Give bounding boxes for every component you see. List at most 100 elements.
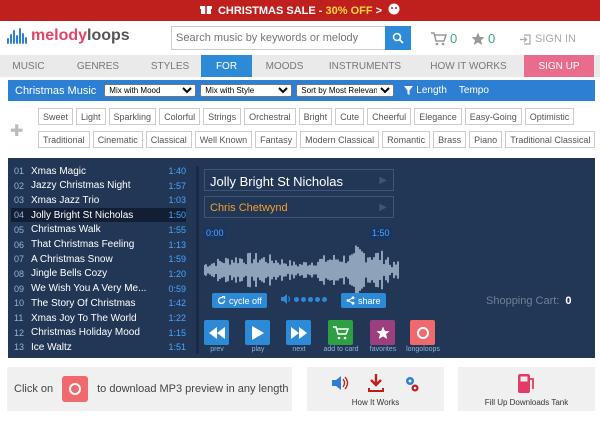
longoloops-button[interactable] bbox=[410, 320, 435, 345]
nav-for[interactable]: FOR bbox=[201, 55, 252, 77]
track-list-scrollbar[interactable] bbox=[196, 166, 199, 354]
next-button[interactable] bbox=[286, 320, 311, 345]
tag-elegance[interactable]: Elegance bbox=[414, 108, 462, 125]
track-number: 09 bbox=[14, 283, 25, 294]
sort-select[interactable]: Sort by Most Relevant bbox=[296, 84, 395, 97]
tag-optimistic[interactable]: Optimistic bbox=[524, 108, 575, 125]
track-title-box: Jolly Bright St Nicholas ▶ bbox=[204, 169, 394, 191]
nav-signup[interactable]: SIGN UP bbox=[524, 55, 594, 77]
tag-sparkling[interactable]: Sparkling bbox=[108, 108, 157, 125]
track-number: 08 bbox=[14, 268, 25, 279]
nav-moods[interactable]: MOODS bbox=[252, 55, 317, 77]
track-row[interactable]: 07 A Christmas Snow 1:59 bbox=[11, 252, 186, 266]
filter-icon bbox=[404, 86, 414, 95]
track-name: We Wish You A Very Me... bbox=[31, 283, 147, 295]
track-row[interactable]: 08 Jingle Bells Cozy 1:20 bbox=[11, 267, 186, 281]
nav-how-it-works[interactable]: HOW IT WORKS bbox=[413, 55, 524, 77]
track-row[interactable]: 10 The Story Of Christmas 1:42 bbox=[11, 296, 186, 310]
loop-circle-icon bbox=[416, 326, 429, 339]
track-row[interactable]: 03 Xmas Jazz Trio 1:03 bbox=[11, 193, 186, 207]
music-player: 01 Xmas Magic 1:40 02 Jazzy Christmas Night 1… bbox=[8, 158, 595, 358]
track-name: Xmas Magic bbox=[31, 165, 87, 177]
tag-romantic[interactable]: Romantic bbox=[382, 131, 431, 148]
nav-genres[interactable]: GENRES bbox=[57, 55, 139, 77]
track-row[interactable]: 05 Christmas Walk 1:55 bbox=[11, 223, 186, 237]
nav-instruments[interactable]: INSTRUMENTS bbox=[317, 55, 413, 77]
track-row[interactable]: 02 Jazzy Christmas Night 1:57 bbox=[11, 179, 186, 193]
volume-control[interactable] bbox=[281, 294, 327, 304]
mood-select[interactable]: Mix with Mood bbox=[104, 84, 197, 97]
play-arrow-icon: ▶ bbox=[379, 202, 387, 213]
sale-banner[interactable]: CHRISTMAS SALE - 30% OFF > bbox=[0, 0, 600, 21]
tag-orchestral[interactable]: Orchestral bbox=[244, 108, 296, 125]
play-button[interactable] bbox=[245, 320, 270, 345]
tag-bright[interactable]: Bright bbox=[298, 108, 333, 125]
track-name: That Christmas Feeling bbox=[31, 239, 135, 250]
tag-sweet[interactable]: Sweet bbox=[38, 108, 74, 125]
tag-cinematic[interactable]: Cinematic bbox=[92, 131, 143, 148]
banner-suffix: > bbox=[372, 4, 383, 17]
share-button[interactable]: share bbox=[341, 293, 386, 308]
search-button[interactable] bbox=[385, 26, 411, 50]
signin-icon bbox=[520, 33, 531, 45]
tag-brass[interactable]: Brass bbox=[433, 131, 467, 148]
tag-strings[interactable]: Strings bbox=[203, 108, 242, 125]
favorite-button[interactable] bbox=[370, 320, 395, 345]
tag-cute[interactable]: Cute bbox=[335, 108, 365, 125]
nav-styles[interactable]: STYLES bbox=[139, 55, 201, 77]
tag-colorful[interactable]: Colorful bbox=[159, 108, 201, 125]
artist-box[interactable]: Chris Chetwynd ▶ bbox=[204, 196, 394, 218]
cycle-button[interactable]: cycle off bbox=[212, 293, 267, 308]
star-icon bbox=[471, 32, 485, 45]
add-cart-icon bbox=[332, 325, 349, 339]
tag-piano[interactable]: Piano bbox=[469, 131, 503, 148]
favorites-link[interactable]: 0 bbox=[471, 31, 495, 46]
download-icon bbox=[368, 374, 384, 392]
tag-easy-going[interactable]: Easy-Going bbox=[464, 108, 522, 125]
track-row[interactable]: 11 Xmas Joy To The World 1:22 bbox=[11, 311, 186, 325]
logo-part2: loops bbox=[87, 27, 130, 44]
plus-icon[interactable]: ✚ bbox=[10, 121, 23, 141]
header: melodyloops 0 0 SIGN IN bbox=[0, 21, 600, 55]
style-select[interactable]: Mix with Style bbox=[200, 84, 293, 97]
tag-fantasy[interactable]: Fantasy bbox=[255, 131, 298, 148]
tempo-filter[interactable]: Tempo bbox=[459, 85, 489, 96]
play-arrow-icon: ▶ bbox=[379, 175, 387, 186]
track-number: 13 bbox=[14, 342, 25, 353]
share-label: share bbox=[358, 295, 381, 306]
main-nav: MUSIC GENRES STYLES FOR MOODS INSTRUMENT… bbox=[0, 55, 600, 77]
tag-traditional[interactable]: Traditional bbox=[38, 131, 90, 148]
add-to-cart-button[interactable] bbox=[328, 320, 353, 345]
signin-link[interactable]: SIGN IN bbox=[520, 33, 576, 45]
shopping-cart-label: Shopping Cart: bbox=[486, 295, 560, 307]
track-row[interactable]: 09 We Wish You A Very Me... 0:59 bbox=[11, 282, 186, 296]
search-input[interactable] bbox=[171, 26, 385, 50]
nav-music[interactable]: MUSIC bbox=[0, 55, 57, 77]
track-row[interactable]: 01 Xmas Magic 1:40 bbox=[11, 164, 186, 178]
shopping-cart-summary[interactable]: Shopping Cart: 0 bbox=[486, 295, 572, 307]
track-row[interactable]: 12 Christmas Holiday Mood 1:15 bbox=[11, 326, 186, 340]
track-name: The Story Of Christmas bbox=[31, 297, 136, 309]
length-filter[interactable]: Length bbox=[404, 85, 447, 96]
tag-well-known[interactable]: Well Known bbox=[194, 131, 253, 148]
prev-button[interactable] bbox=[204, 320, 229, 345]
tag-cheerful[interactable]: Cheerful bbox=[367, 108, 412, 125]
play-icon bbox=[251, 325, 264, 340]
track-row[interactable]: 04 Jolly Bright St Nicholas 1:50 bbox=[11, 208, 186, 223]
track-row[interactable]: 06 That Christmas Feeling 1:13 bbox=[11, 238, 186, 252]
tag-traditional-classical[interactable]: Traditional Classical bbox=[505, 131, 596, 148]
fill-up-tank-card[interactable]: Fill Up Downloads Tank bbox=[458, 367, 595, 411]
waveform[interactable] bbox=[204, 244, 400, 296]
tag-light[interactable]: Light bbox=[76, 108, 106, 125]
fuel-tank-icon bbox=[518, 374, 534, 393]
tag-modern-classical[interactable]: Modern Classical bbox=[300, 131, 380, 148]
logo[interactable]: melodyloops bbox=[7, 27, 130, 45]
track-name: Christmas Walk bbox=[31, 224, 101, 236]
cart-link[interactable]: 0 bbox=[431, 31, 457, 46]
track-number: 03 bbox=[14, 195, 25, 206]
tag-classical[interactable]: Classical bbox=[145, 131, 192, 148]
track-row[interactable]: 13 Ice Waltz 1:51 bbox=[11, 340, 186, 354]
how-it-works-card[interactable]: How It Works bbox=[307, 367, 444, 411]
track-list: 01 Xmas Magic 1:40 02 Jazzy Christmas Night 1… bbox=[8, 158, 194, 358]
cycle-label: cycle off bbox=[229, 295, 262, 306]
